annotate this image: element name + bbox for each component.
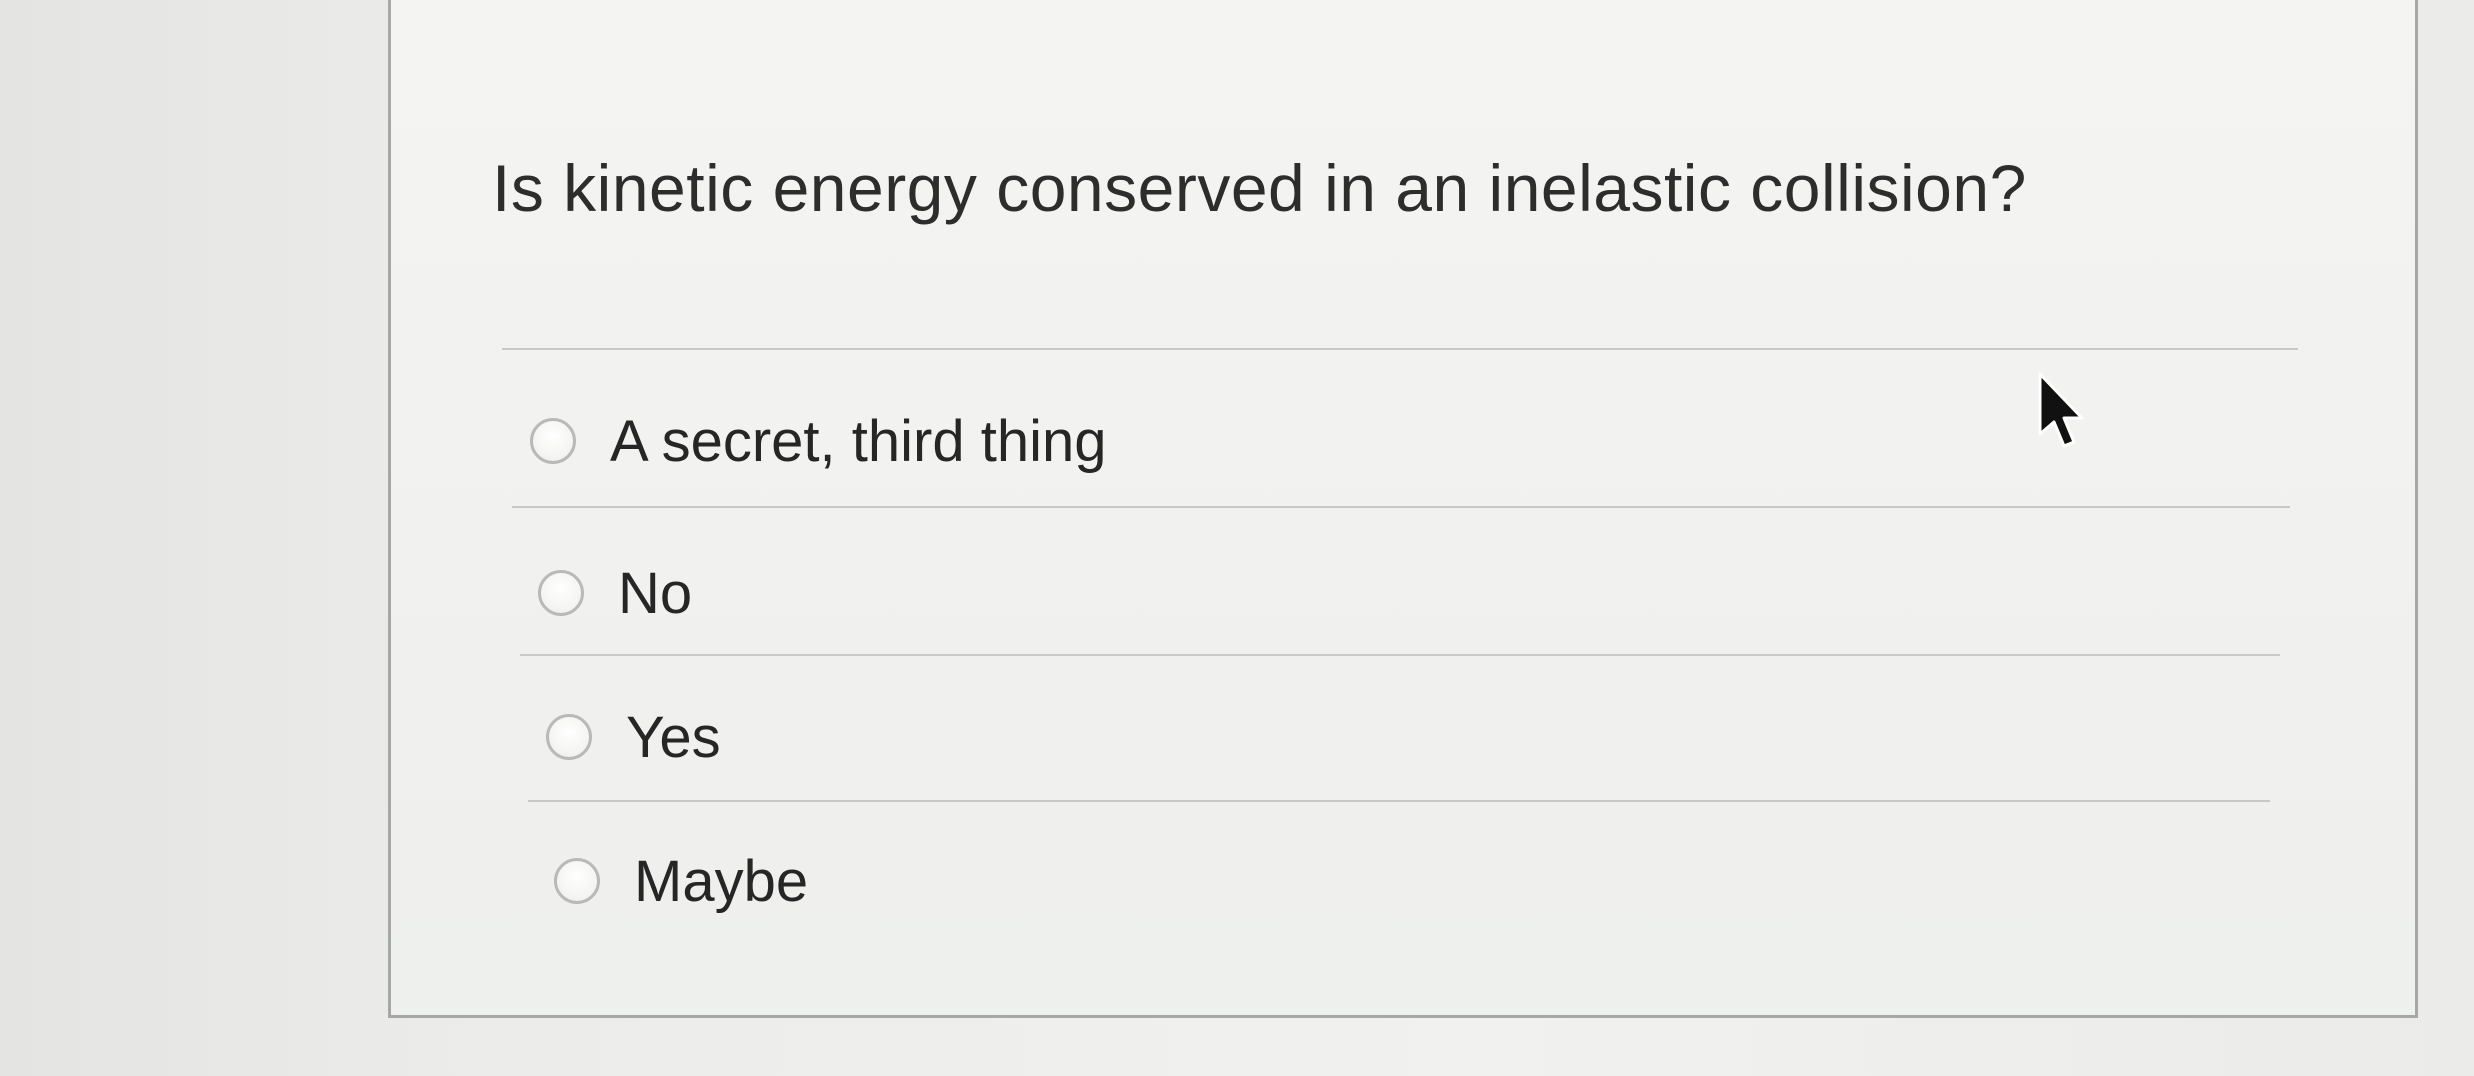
answer-label: Yes bbox=[626, 704, 721, 770]
answer-divider bbox=[528, 800, 2270, 802]
answer-option-1[interactable]: A secret, third thing bbox=[530, 396, 1106, 486]
radio-button-icon[interactable] bbox=[538, 570, 584, 616]
answer-label: No bbox=[618, 560, 693, 626]
answer-label: Maybe bbox=[634, 848, 809, 914]
answer-option-3[interactable]: Yes bbox=[546, 692, 721, 782]
radio-button-icon[interactable] bbox=[546, 714, 592, 760]
question-divider bbox=[502, 348, 2298, 350]
mouse-pointer-icon bbox=[2038, 372, 2084, 448]
answer-label: A secret, third thing bbox=[610, 408, 1107, 474]
radio-button-icon[interactable] bbox=[530, 418, 576, 464]
question-text: Is kinetic energy conserved in an inelas… bbox=[492, 151, 2027, 225]
answer-option-2[interactable]: No bbox=[538, 548, 692, 638]
answer-divider bbox=[512, 506, 2290, 508]
radio-button-icon[interactable] bbox=[554, 858, 600, 904]
answer-divider bbox=[520, 654, 2280, 656]
answer-option-4[interactable]: Maybe bbox=[554, 836, 808, 926]
